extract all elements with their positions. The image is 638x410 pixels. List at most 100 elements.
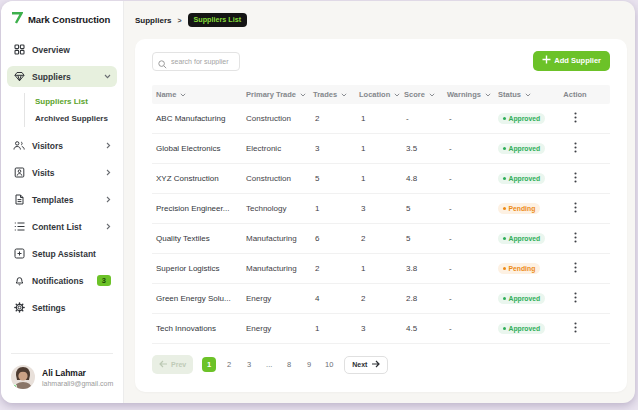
page-button-8[interactable]: 8 — [282, 357, 296, 372]
chevron-right-icon — [106, 223, 111, 230]
pagination: Prev 123... 89 10 Next — [152, 355, 610, 374]
user-name: Ali Lahmar — [42, 368, 113, 378]
sidebar-submenu: Suppliers ListArchived Suppliers — [24, 93, 117, 127]
user-email: lahmarali9@gmail.com — [42, 380, 113, 387]
row-actions-button[interactable] — [554, 112, 610, 125]
cell-location: 2 — [359, 294, 404, 303]
cell-score: 3.5 — [404, 144, 447, 153]
gear-icon — [13, 302, 25, 313]
sidebar-menu: Overview Suppliers Suppliers ListArchived … — [1, 35, 123, 353]
sidebar-item-visits[interactable]: Visits — [7, 162, 117, 183]
next-page-button[interactable]: Next — [344, 356, 388, 374]
cell-score: - — [404, 114, 447, 123]
sort-icon — [525, 90, 531, 99]
cell-warnings: - — [447, 294, 498, 303]
sidebar-item-overview[interactable]: Overview — [7, 39, 117, 60]
sidebar-item-setup-assistant[interactable]: Setup Assistant — [7, 243, 117, 264]
table-row: Superior LogisticsManufacturing213.8-Pen… — [152, 254, 610, 284]
chevron-right-icon — [106, 169, 111, 176]
cell-location: 1 — [359, 174, 404, 183]
sidebar-item-visitors[interactable]: Visitors — [7, 135, 117, 156]
column-header-location[interactable]: Location — [359, 90, 404, 99]
cell-name: Quality Textiles — [152, 234, 246, 243]
row-actions-button[interactable] — [554, 202, 610, 215]
status-badge: Approved — [498, 323, 545, 334]
row-actions-button[interactable] — [554, 232, 610, 245]
row-actions-button[interactable] — [554, 262, 610, 275]
cell-name: XYZ Construction — [152, 174, 246, 183]
app-window: Mark Construction Overview Suppliers Suppl… — [1, 1, 635, 403]
cell-trades: 2 — [313, 264, 359, 273]
status-badge: Approved — [498, 173, 545, 184]
cell-location: 1 — [359, 144, 404, 153]
cell-score: 2.8 — [404, 294, 447, 303]
column-header-score[interactable]: Score — [404, 90, 447, 99]
bell-icon — [13, 275, 25, 286]
plus-icon — [542, 55, 551, 66]
column-header-primary-trade[interactable]: Primary Trade — [246, 90, 313, 99]
online-status-dot — [12, 384, 17, 389]
prev-page-button[interactable]: Prev — [152, 355, 193, 374]
cell-location: 2 — [359, 234, 404, 243]
cell-score: 5 — [404, 234, 447, 243]
sidebar-item-settings[interactable]: Settings — [7, 297, 117, 318]
brand-name: Mark Construction — [28, 14, 110, 25]
column-header-name[interactable]: Name — [152, 90, 246, 99]
page-button-10[interactable]: 10 — [322, 357, 336, 372]
cell-score: 4.5 — [404, 324, 447, 333]
row-actions-button[interactable] — [554, 142, 610, 155]
cell-primary-trade: Energy — [246, 294, 313, 303]
chevron-right-icon — [106, 196, 111, 203]
page-ellipsis: ... — [262, 357, 276, 372]
cell-score: 3.8 — [404, 264, 447, 273]
chevron-right-icon — [106, 142, 111, 149]
cell-trades: 6 — [313, 234, 359, 243]
suppliers-table: NamePrimary TradeTradesLocationScoreWarn… — [152, 85, 610, 344]
sidebar-item-suppliers[interactable]: Suppliers — [7, 66, 117, 87]
cell-status: Approved — [498, 233, 554, 244]
arrow-left-icon — [159, 360, 168, 369]
status-badge: Approved — [498, 233, 545, 244]
sidebar-item-notifications[interactable]: Notifications3 — [7, 270, 117, 291]
sidebar-subitem-suppliers-list[interactable]: Suppliers List — [35, 93, 117, 110]
cell-trades: 4 — [313, 294, 359, 303]
page-button-3[interactable]: 3 — [242, 357, 256, 372]
cell-trades: 1 — [313, 204, 359, 213]
notifications-badge: 3 — [97, 275, 111, 287]
cell-location: 3 — [359, 204, 404, 213]
page-numbers: 123... 89 10 — [202, 357, 336, 372]
column-header-status[interactable]: Status — [498, 90, 554, 99]
cell-primary-trade: Manufacturing — [246, 264, 313, 273]
cell-trades: 2 — [313, 114, 359, 123]
cell-name: Green Energy Solu... — [152, 294, 246, 303]
add-supplier-button[interactable]: Add Supplier — [533, 51, 610, 71]
breadcrumb-current: Suppliers List — [188, 13, 248, 28]
page-button-2[interactable]: 2 — [222, 357, 236, 372]
search-box — [152, 50, 240, 71]
sort-icon — [429, 90, 435, 99]
gem-icon — [13, 71, 25, 82]
sidebar-subitem-archived-suppliers[interactable]: Archived Suppliers — [35, 110, 117, 127]
templates-icon — [13, 194, 25, 205]
cell-name: Superior Logistics — [152, 264, 246, 273]
cell-warnings: - — [447, 324, 498, 333]
page-button-1[interactable]: 1 — [202, 357, 216, 372]
cell-score: 5 — [404, 204, 447, 213]
cell-warnings: - — [447, 174, 498, 183]
row-actions-button[interactable] — [554, 172, 610, 185]
column-header-trades[interactable]: Trades — [313, 90, 359, 99]
cell-location: 1 — [359, 264, 404, 273]
column-header-warnings[interactable]: Warnings — [447, 90, 498, 99]
cell-status: Pending — [498, 203, 554, 214]
user-profile[interactable]: Ali Lahmar lahmarali9@gmail.com — [11, 353, 113, 403]
cell-location: 3 — [359, 324, 404, 333]
sidebar-item-content-list[interactable]: Content List — [7, 216, 117, 237]
row-actions-button[interactable] — [554, 322, 610, 335]
sort-icon — [300, 90, 306, 99]
breadcrumb-parent[interactable]: Suppliers — [135, 16, 171, 25]
sidebar-item-templates[interactable]: Templates — [7, 189, 117, 210]
brand-logo: Mark Construction — [1, 1, 123, 35]
cell-name: Global Electronics — [152, 144, 246, 153]
page-button-9[interactable]: 9 — [302, 357, 316, 372]
row-actions-button[interactable] — [554, 292, 610, 305]
